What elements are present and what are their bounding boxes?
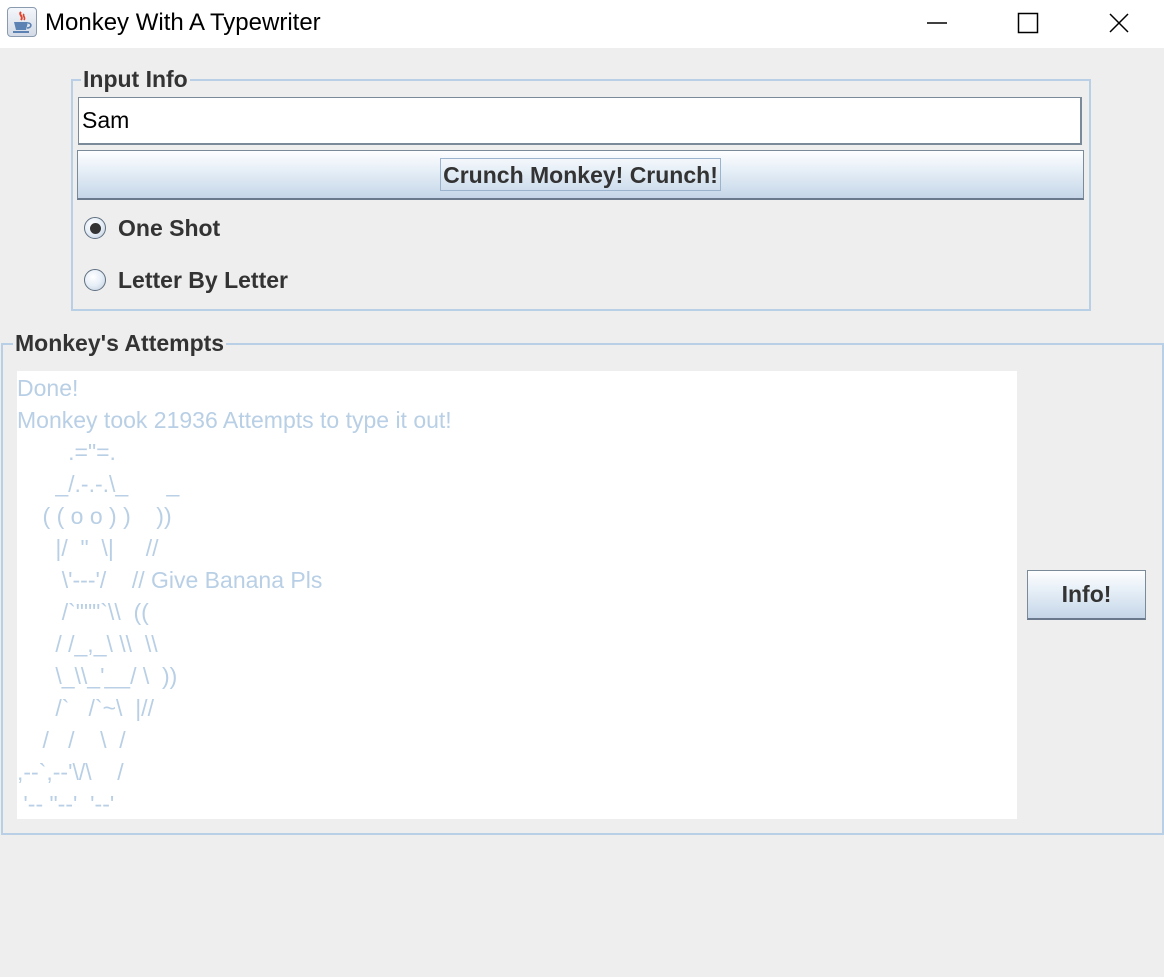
close-icon [1109,13,1129,33]
monkeys-attempts-legend: Monkey's Attempts [15,330,225,356]
output-line: / /_,_\ \\ \\ [17,631,158,657]
output-line: \'---'/ // Give Banana Pls [17,567,323,593]
letter-by-letter-radio[interactable]: Letter By Letter [84,263,384,297]
output-line: _/.-.-.\_ _ [17,471,180,497]
output-line: |/ " \| // [17,535,159,561]
title-bar: Monkey With A Typewriter [0,0,1164,48]
java-cup-icon[interactable] [7,7,37,37]
output-line: '-- "--' '--' [17,791,115,817]
one-shot-label: One Shot [118,214,221,241]
minimize-button[interactable] [892,0,982,46]
output-line: Monkey took 21936 Attempts to type it ou… [17,407,452,433]
letter-by-letter-label: Letter By Letter [118,266,288,293]
output-line: ,--`,--'\/\ / [17,759,124,785]
attempts-output-area[interactable]: Done! Monkey took 21936 Attempts to type… [17,371,1017,819]
info-button[interactable]: Info! [1027,570,1146,620]
output-line: /`"""`\\ (( [17,599,149,625]
output-line: /` /`~\ |// [17,695,154,721]
close-button[interactable] [1074,0,1164,46]
radio-selected-icon [84,217,106,239]
output-line: \_\\_'__/ \ )) [17,663,178,689]
maximize-button[interactable] [983,0,1073,46]
minimize-icon [927,22,947,24]
maximize-icon [1017,12,1039,34]
radio-unselected-icon [84,269,106,291]
output-line: ( ( o o ) ) )) [17,503,172,529]
output-line: Done! [17,375,79,401]
crunch-button-label: Crunch Monkey! Crunch! [440,158,721,191]
one-shot-radio[interactable]: One Shot [84,211,384,245]
output-line: / / \ / [17,727,126,753]
output-line: .="=. [17,439,116,465]
name-input[interactable] [78,97,1082,145]
window-title: Monkey With A Typewriter [45,9,321,36]
input-info-legend: Input Info [83,66,188,92]
crunch-button[interactable]: Crunch Monkey! Crunch! [77,150,1084,200]
